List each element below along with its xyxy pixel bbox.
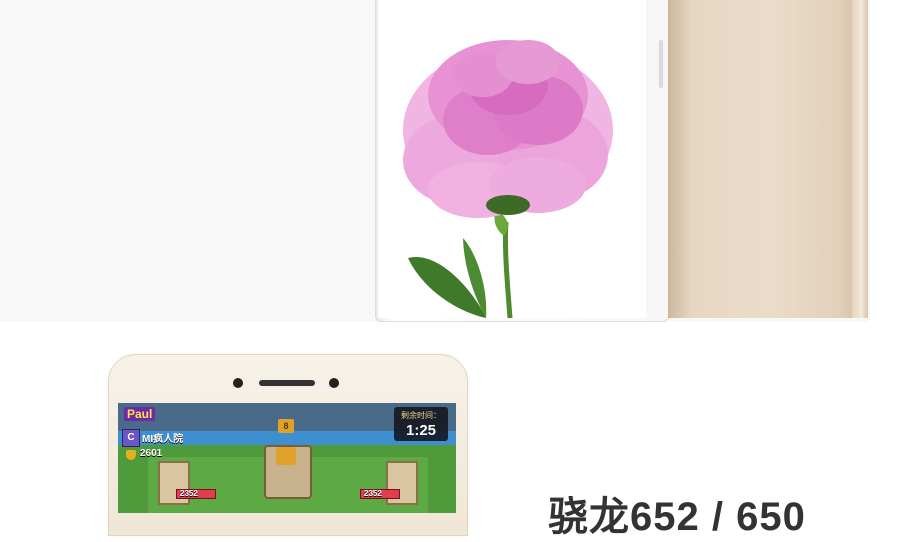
product-banner-top: [0, 0, 900, 322]
speaker-grille-icon: [259, 380, 315, 386]
camera-icon: [233, 378, 243, 388]
crown-icon: 8: [278, 419, 294, 433]
trophy-count: 2601: [140, 448, 163, 459]
king-crown-icon: [276, 447, 296, 465]
match-timer: 剩余时间： 1:25: [394, 407, 448, 441]
game-screenshot: Paul C MI疯人院 2601 8 剩余时间： 1:25 2352 2352: [118, 403, 456, 513]
side-volume-key: [659, 40, 663, 88]
phone-back-gold: [668, 0, 868, 318]
player-name: Paul: [124, 407, 156, 421]
phone-back-edge: [852, 0, 868, 318]
phone-screen-wallpaper: [378, 0, 646, 318]
tower-hp-left: 2352: [180, 489, 198, 498]
peony-flower-image: [403, 40, 613, 318]
clan-name: MI疯人院: [142, 434, 184, 445]
tower-hp-right: 2352: [364, 489, 382, 498]
timer-value: 1:25: [405, 422, 437, 439]
banner-margin: [870, 0, 900, 322]
processor-spec-heading: 骁龙652 / 650: [548, 495, 806, 539]
clan-badge-icon: C: [122, 429, 140, 447]
sensor-icon: [329, 378, 339, 388]
trophy-icon: [126, 450, 136, 460]
timer-label: 剩余时间：: [401, 411, 441, 420]
